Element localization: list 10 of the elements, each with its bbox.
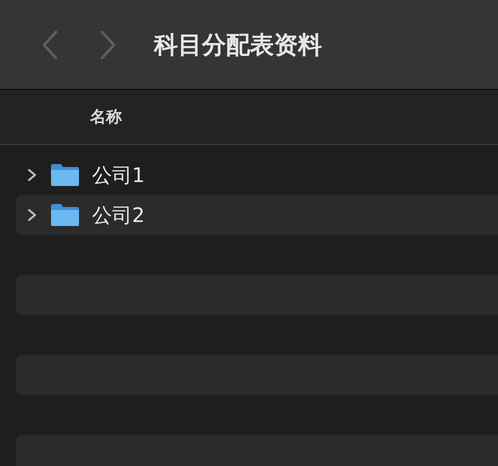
file-row[interactable]: 公司1 <box>16 155 498 195</box>
folder-icon <box>50 163 80 187</box>
column-title[interactable]: 名称 <box>90 106 122 128</box>
forward-chevron-icon <box>100 30 116 60</box>
file-row[interactable]: 公司2 <box>16 195 498 235</box>
folder-name: 公司1 <box>92 162 145 188</box>
folder-name: 公司2 <box>92 202 145 228</box>
window-title: 科目分配表资料 <box>154 30 322 60</box>
folder-icon <box>50 203 80 227</box>
back-chevron-icon <box>42 30 58 60</box>
